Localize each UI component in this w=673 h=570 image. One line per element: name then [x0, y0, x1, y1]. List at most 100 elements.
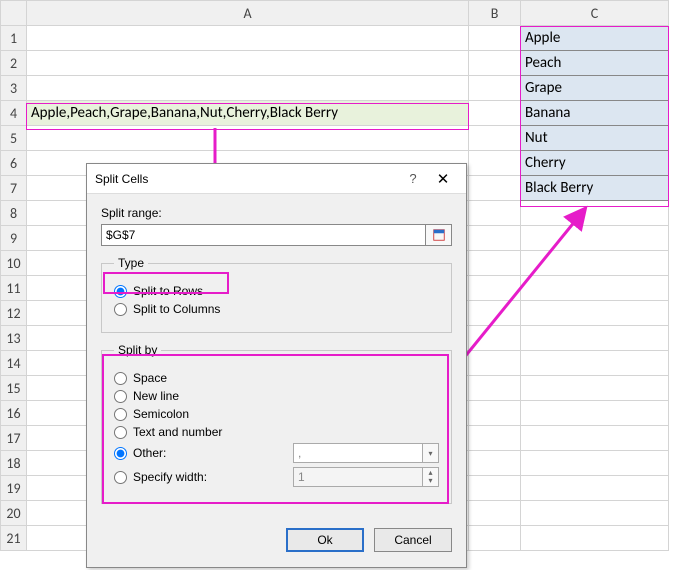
result-cell[interactable]: Cherry	[521, 151, 669, 176]
cell[interactable]	[521, 201, 669, 226]
cell[interactable]	[521, 251, 669, 276]
radio-split-to-rows[interactable]: Split to Rows	[114, 284, 439, 298]
cell[interactable]	[469, 501, 521, 526]
row-header[interactable]: 11	[1, 276, 27, 301]
close-button[interactable]: ✕	[428, 170, 458, 188]
row-header[interactable]: 1	[1, 26, 27, 51]
cell[interactable]	[521, 351, 669, 376]
row-header[interactable]: 6	[1, 151, 27, 176]
row-header[interactable]: 13	[1, 326, 27, 351]
row-header[interactable]: 12	[1, 301, 27, 326]
cell[interactable]	[521, 376, 669, 401]
row-header[interactable]: 2	[1, 51, 27, 76]
cell[interactable]	[521, 276, 669, 301]
cell[interactable]	[469, 401, 521, 426]
row-header[interactable]: 21	[1, 526, 27, 551]
result-cell[interactable]: Apple	[521, 26, 669, 51]
range-picker-button[interactable]	[426, 224, 452, 246]
cell[interactable]	[521, 501, 669, 526]
cell[interactable]	[27, 76, 469, 101]
other-delimiter-input[interactable]	[293, 443, 423, 463]
row-header[interactable]: 10	[1, 251, 27, 276]
radio-other-input[interactable]	[114, 447, 127, 460]
cell[interactable]	[521, 476, 669, 501]
col-header-a[interactable]: A	[27, 1, 469, 26]
radio-split-to-columns-input[interactable]	[114, 303, 127, 316]
cell[interactable]	[469, 351, 521, 376]
type-group: Type Split to Rows Split to Columns	[101, 256, 452, 333]
result-cell[interactable]: Banana	[521, 101, 669, 126]
row-header[interactable]: 18	[1, 451, 27, 476]
radio-semicolon[interactable]: Semicolon	[114, 407, 439, 421]
width-spinner[interactable]: ▴▾	[423, 467, 439, 487]
split-range-input[interactable]	[101, 224, 426, 246]
cell[interactable]	[469, 51, 521, 76]
radio-split-to-columns[interactable]: Split to Columns	[114, 302, 439, 316]
row-header[interactable]: 7	[1, 176, 27, 201]
radio-space[interactable]: Space	[114, 371, 439, 385]
result-cell[interactable]: Black Berry	[521, 176, 669, 201]
radio-newline[interactable]: New line	[114, 389, 439, 403]
cell[interactable]	[469, 176, 521, 201]
col-header-c[interactable]: C	[521, 1, 669, 26]
cell[interactable]	[469, 251, 521, 276]
result-cell[interactable]: Nut	[521, 126, 669, 151]
row-header[interactable]: 19	[1, 476, 27, 501]
cell[interactable]	[469, 26, 521, 51]
cell[interactable]	[469, 451, 521, 476]
cell[interactable]	[469, 376, 521, 401]
col-header-b[interactable]: B	[469, 1, 521, 26]
cell[interactable]	[469, 301, 521, 326]
radio-split-to-columns-label: Split to Columns	[133, 302, 220, 316]
cell[interactable]	[521, 451, 669, 476]
row-header[interactable]: 14	[1, 351, 27, 376]
cell[interactable]	[469, 276, 521, 301]
row-header[interactable]: 17	[1, 426, 27, 451]
cell[interactable]	[469, 76, 521, 101]
cell[interactable]	[469, 151, 521, 176]
result-cell[interactable]: Grape	[521, 76, 669, 101]
cell[interactable]	[469, 426, 521, 451]
radio-space-input[interactable]	[114, 372, 127, 385]
dialog-titlebar[interactable]: Split Cells ? ✕	[87, 164, 466, 194]
cell[interactable]	[521, 526, 669, 551]
row-header[interactable]: 4	[1, 101, 27, 126]
help-button[interactable]: ?	[398, 171, 428, 186]
cell[interactable]	[469, 201, 521, 226]
radio-split-to-rows-input[interactable]	[114, 285, 127, 298]
row-header[interactable]: 5	[1, 126, 27, 151]
cell[interactable]	[521, 326, 669, 351]
radio-text-and-number-input[interactable]	[114, 426, 127, 439]
ok-button[interactable]: Ok	[286, 528, 364, 552]
cell[interactable]	[27, 126, 469, 151]
row-header[interactable]: 15	[1, 376, 27, 401]
cell[interactable]	[469, 476, 521, 501]
radio-text-and-number[interactable]: Text and number	[114, 425, 439, 439]
row-header[interactable]: 8	[1, 201, 27, 226]
range-picker-icon	[432, 228, 446, 242]
cell[interactable]	[469, 126, 521, 151]
corner-cell[interactable]	[1, 1, 27, 26]
split-cells-dialog: Split Cells ? ✕ Split range: Type Split …	[86, 163, 467, 568]
other-dropdown-button[interactable]: ▾	[423, 443, 439, 463]
cell[interactable]	[521, 401, 669, 426]
cell[interactable]	[521, 426, 669, 451]
row-header[interactable]: 9	[1, 226, 27, 251]
cell[interactable]	[521, 226, 669, 251]
radio-semicolon-input[interactable]	[114, 408, 127, 421]
cell[interactable]	[469, 226, 521, 251]
row-header[interactable]: 16	[1, 401, 27, 426]
cell[interactable]	[521, 301, 669, 326]
cell[interactable]	[27, 26, 469, 51]
cancel-button[interactable]: Cancel	[374, 528, 452, 552]
cell[interactable]	[469, 526, 521, 551]
source-cell[interactable]: Apple,Peach,Grape,Banana,Nut,Cherry,Blac…	[27, 101, 469, 126]
radio-newline-input[interactable]	[114, 390, 127, 403]
radio-width-input[interactable]	[114, 471, 127, 484]
result-cell[interactable]: Peach	[521, 51, 669, 76]
cell[interactable]	[469, 101, 521, 126]
row-header[interactable]: 3	[1, 76, 27, 101]
row-header[interactable]: 20	[1, 501, 27, 526]
cell[interactable]	[469, 326, 521, 351]
cell[interactable]	[27, 51, 469, 76]
